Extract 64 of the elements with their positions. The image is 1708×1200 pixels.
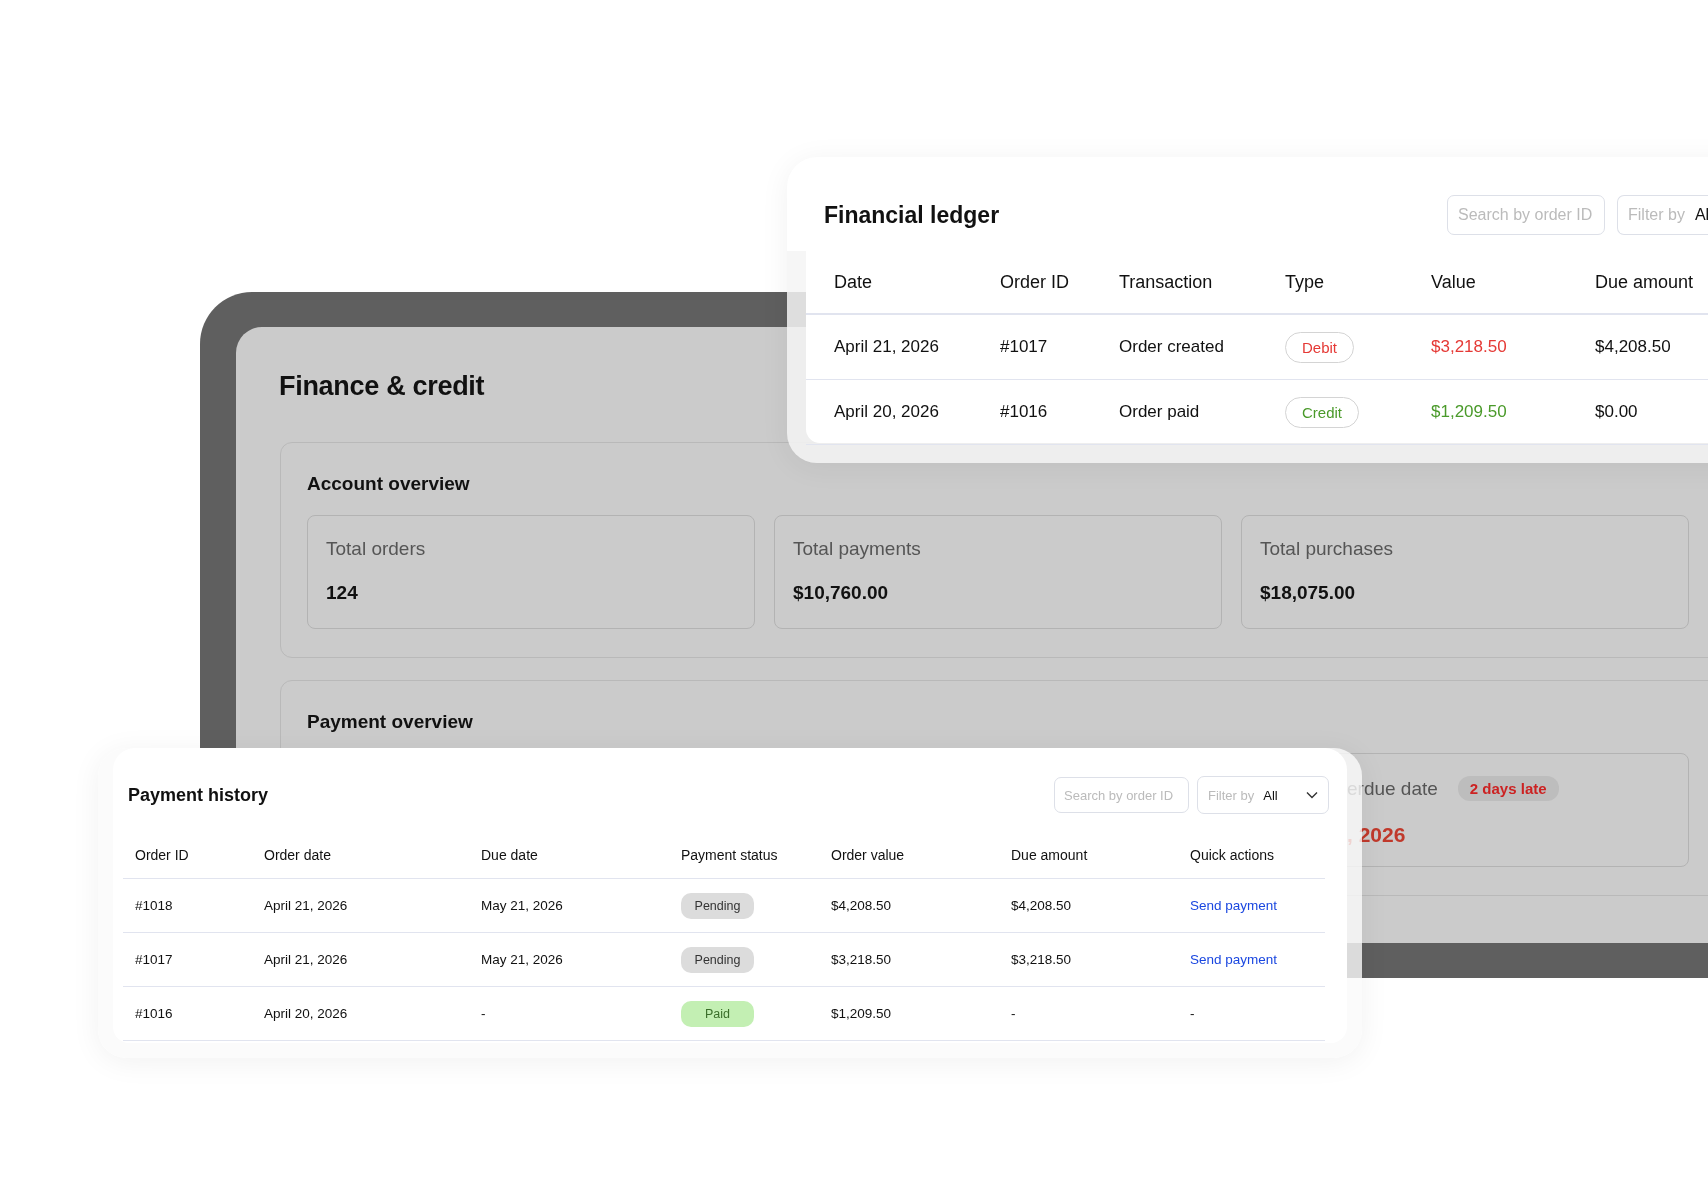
stat-label: Total payments: [793, 538, 922, 560]
stat-label: Total purchases: [1260, 538, 1395, 560]
send-payment-link[interactable]: Send payment: [1190, 952, 1278, 967]
stat-value: 124: [326, 582, 359, 604]
table-cell: $0.00: [1595, 380, 1708, 445]
search-field[interactable]: Search by order ID: [1447, 195, 1605, 235]
late-badge: 2 days late: [1457, 776, 1559, 801]
table-cell: April 21, 2026: [264, 933, 481, 987]
column-header: Order date: [264, 832, 481, 879]
table-cell: -: [1011, 987, 1190, 1041]
column-header: Transaction: [1119, 251, 1285, 315]
table-cell: #1016: [123, 987, 264, 1041]
status-badge: Pending: [681, 946, 754, 973]
table-cell: Order paid: [1119, 380, 1285, 445]
section-title: Payment overview: [307, 711, 474, 733]
table-cell: #1017: [1000, 315, 1119, 380]
column-header: Due amount: [1595, 251, 1708, 315]
status-badge: Paid: [681, 1000, 754, 1027]
table-cell: April 20, 2026: [806, 380, 1000, 445]
card-title: Financial ledger: [824, 201, 1001, 229]
table-cell: -: [1190, 1006, 1195, 1021]
table-cell: #1017: [123, 933, 264, 987]
chevron-down-icon: [1306, 791, 1318, 799]
card-title: Payment history: [128, 784, 270, 806]
table-cell: $4,208.50: [1011, 879, 1190, 933]
table-cell: May 21, 2026: [481, 879, 681, 933]
column-header: Quick actions: [1190, 832, 1325, 879]
stat-value: , 2026: [1347, 823, 1407, 847]
column-header: Due date: [481, 832, 681, 879]
table-cell: -: [481, 987, 681, 1041]
column-header: Value: [1431, 251, 1595, 315]
table-cell: April 20, 2026: [264, 987, 481, 1041]
table-cell: April 21, 2026: [264, 879, 481, 933]
table-cell: $1,209.50: [1431, 380, 1595, 445]
column-header: Due amount: [1011, 832, 1190, 879]
table-cell: $3,218.50: [831, 933, 1011, 987]
table-cell: $3,218.50: [1431, 315, 1595, 380]
stat-label: Total orders: [326, 538, 427, 560]
column-header: Order value: [831, 832, 1011, 879]
filter-dropdown[interactable]: Filter by Al: [1617, 195, 1708, 235]
table-cell: $4,208.50: [1595, 315, 1708, 380]
table-cell: $4,208.50: [831, 879, 1011, 933]
type-tag: Credit: [1285, 396, 1359, 428]
section-title: Account overview: [307, 473, 471, 495]
filter-dropdown[interactable]: Filter by All: [1197, 776, 1329, 814]
table-cell: #1016: [1000, 380, 1119, 445]
column-header: Type: [1285, 251, 1431, 315]
type-tag: Debit: [1285, 331, 1355, 363]
stat-value: $10,760.00: [793, 582, 890, 604]
stat-value: $18,075.00: [1260, 582, 1357, 604]
column-header: Order ID: [123, 832, 264, 879]
column-header: Order ID: [1000, 251, 1119, 315]
column-header: Payment status: [681, 832, 831, 879]
page-title: Finance & credit: [279, 371, 485, 402]
status-badge: Pending: [681, 892, 754, 919]
table-cell: Order created: [1119, 315, 1285, 380]
column-header: Date: [806, 251, 1000, 315]
table-cell: April 21, 2026: [806, 315, 1000, 380]
table-cell: #1018: [123, 879, 264, 933]
table-cell: May 21, 2026: [481, 933, 681, 987]
send-payment-link[interactable]: Send payment: [1190, 898, 1278, 913]
table-cell: $1,209.50: [831, 987, 1011, 1041]
table-cell: $3,218.50: [1011, 933, 1190, 987]
search-field[interactable]: Search by order ID: [1054, 777, 1189, 813]
